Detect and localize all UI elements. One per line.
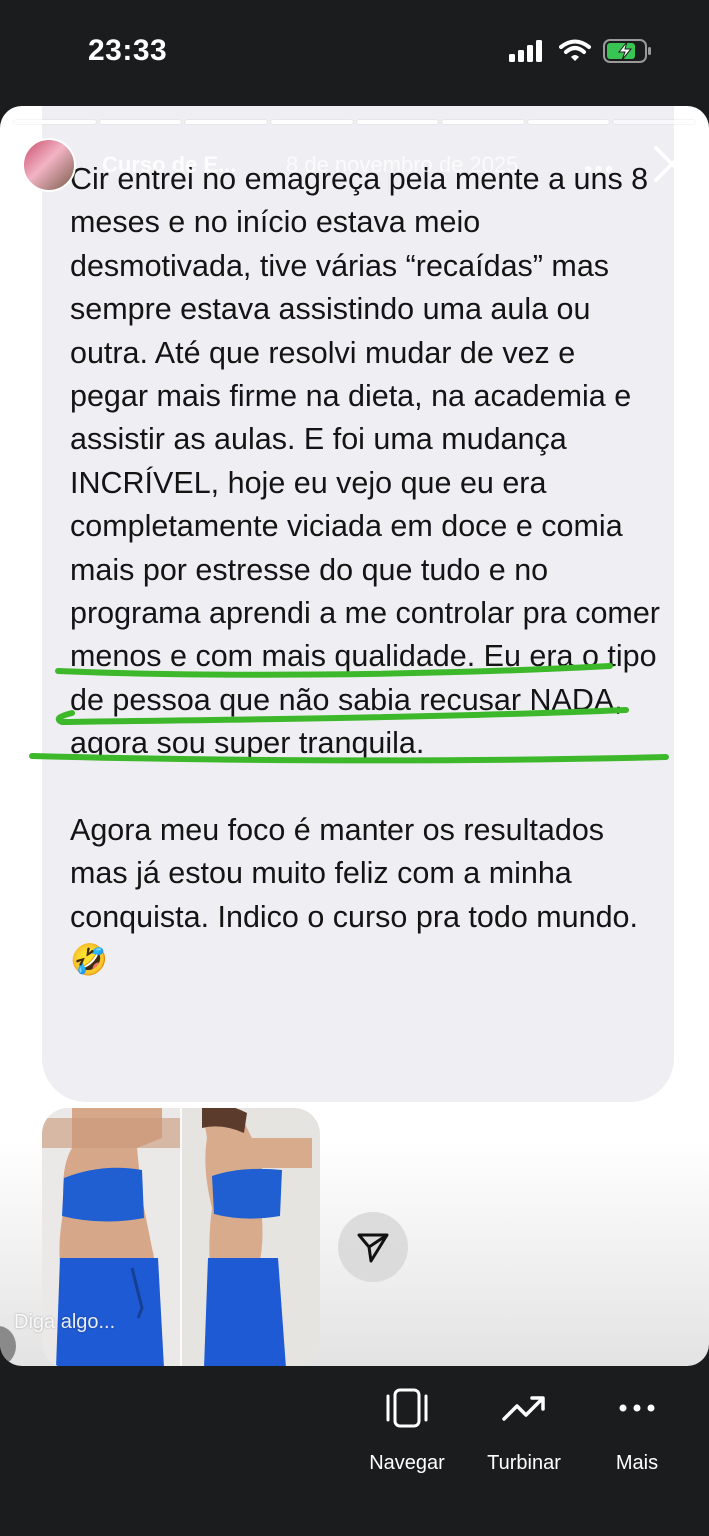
- navigate-button[interactable]: Navegar: [352, 1386, 462, 1475]
- more-label: Mais: [615, 1452, 659, 1474]
- story-date: 8 de novembro de 2025: [286, 152, 519, 177]
- battery-charging-icon: [603, 39, 651, 63]
- close-icon[interactable]: [652, 144, 692, 184]
- more-button[interactable]: Mais: [582, 1386, 692, 1475]
- avatar[interactable]: [22, 138, 76, 192]
- navigate-label: Navegar: [369, 1452, 445, 1474]
- boost-icon: [502, 1396, 545, 1421]
- more-icon: [619, 1404, 655, 1412]
- message-paragraph-2: Agora meu foco é manter os resultados ma…: [70, 812, 638, 977]
- status-bar: 23:33: [0, 0, 709, 100]
- progress-segment: [613, 120, 695, 124]
- progress-segment: [14, 120, 96, 124]
- progress-segment: [527, 120, 610, 124]
- progress-segment: [270, 120, 353, 124]
- message-text: Cir entrei no emagreça pela mente a uns …: [70, 158, 660, 982]
- message-paragraph-1: Cir entrei no emagreça pela mente a uns …: [70, 162, 660, 761]
- cellular-signal-icon: [509, 40, 542, 62]
- progress-segment: [99, 120, 182, 124]
- after-photo: [182, 1108, 320, 1366]
- story-options-icon[interactable]: •••: [584, 156, 615, 184]
- send-button[interactable]: [338, 1212, 408, 1282]
- progress-segment: [442, 120, 524, 124]
- navigate-icon: [386, 1388, 428, 1428]
- progress-segment: [185, 120, 267, 124]
- account-name[interactable]: Curso de E...: [102, 152, 236, 178]
- status-time: 23:33: [88, 34, 168, 67]
- wifi-icon: [559, 39, 591, 61]
- reply-input[interactable]: Diga algo...: [14, 1311, 115, 1334]
- story-header: Curso de E... 8 de novembro de 2025 •••: [22, 138, 692, 198]
- send-icon: [357, 1233, 389, 1263]
- boost-button[interactable]: Turbinar: [469, 1386, 579, 1475]
- bottom-action-bar: Navegar Turbinar Mais: [0, 1366, 709, 1536]
- story-card[interactable]: Cir entrei no emagreça pela mente a uns …: [0, 106, 709, 1366]
- story-progress-bar: [14, 120, 695, 124]
- progress-segment: [356, 120, 439, 124]
- status-icons: [509, 38, 653, 64]
- boost-label: Turbinar: [487, 1452, 561, 1474]
